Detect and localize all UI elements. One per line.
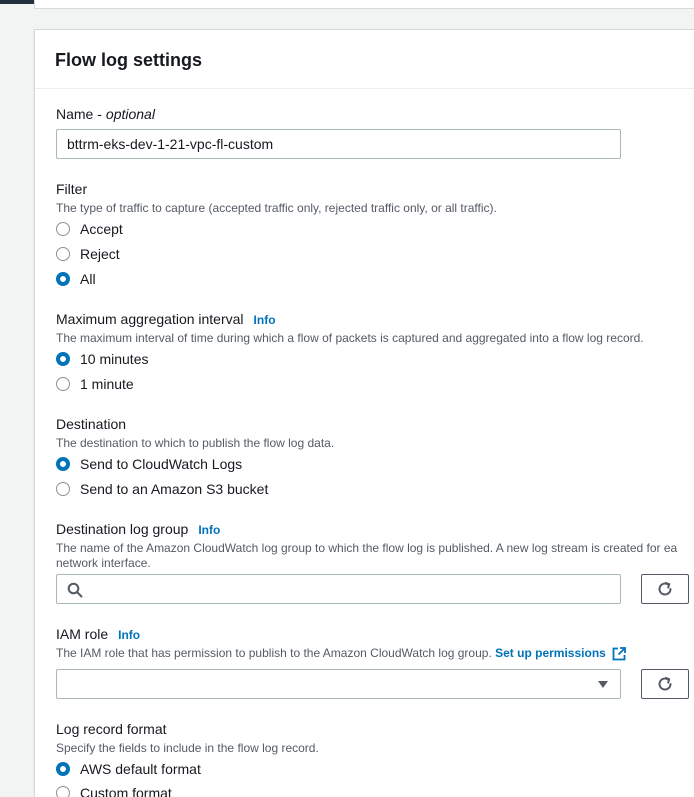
log-group-field: Destination log group Info The name of t… (56, 521, 694, 571)
iam-role-refresh-button[interactable] (641, 669, 689, 699)
log-format-option-custom[interactable]: Custom format (56, 784, 172, 797)
filter-description: The type of traffic to capture (accepted… (56, 201, 497, 215)
aggregation-description: The maximum interval of time during whic… (56, 331, 644, 345)
log-group-info-link[interactable]: Info (198, 523, 220, 537)
radio-label: Send to CloudWatch Logs (80, 456, 243, 472)
radio-s3[interactable] (56, 482, 70, 496)
iam-role-label: IAM role (56, 626, 109, 642)
radio-reject[interactable] (56, 247, 70, 261)
radio-10-minutes[interactable] (56, 352, 70, 366)
log-format-field: Log record format Specify the fields to … (56, 721, 319, 756)
radio-label: AWS default format (80, 761, 201, 777)
refresh-icon (658, 582, 672, 596)
previous-panel-edge (34, 0, 694, 9)
radio-label: Send to an Amazon S3 bucket (80, 481, 269, 497)
radio-label: 1 minute (80, 376, 134, 392)
log-group-description-line2: network interface. (56, 556, 151, 570)
filter-option-accept[interactable]: Accept (56, 220, 123, 238)
iam-role-field: IAM role Info The IAM role that has perm… (56, 626, 694, 661)
filter-field: Filter The type of traffic to capture (a… (56, 181, 497, 216)
destination-field: Destination The destination to which to … (56, 416, 334, 451)
radio-accept[interactable] (56, 222, 70, 236)
radio-all[interactable] (56, 272, 70, 286)
radio-label: Accept (80, 221, 123, 237)
aggregation-option-1min[interactable]: 1 minute (56, 375, 134, 393)
log-group-search-input[interactable] (56, 574, 621, 604)
iam-role-select[interactable] (56, 669, 621, 699)
name-input[interactable]: bttrm-eks-dev-1-21-vpc-fl-custom (56, 129, 621, 159)
destination-description: The destination to which to publish the … (56, 436, 335, 450)
aggregation-info-link[interactable]: Info (254, 313, 276, 327)
destination-option-cloudwatch[interactable]: Send to CloudWatch Logs (56, 455, 242, 473)
external-link-icon[interactable] (612, 646, 626, 661)
filter-option-reject[interactable]: Reject (56, 245, 120, 263)
destination-label: Destination (56, 416, 127, 432)
flow-log-settings-panel: Flow log settings Name - optional bttrm-… (34, 29, 694, 797)
radio-label: Custom format (80, 785, 172, 797)
radio-label: 10 minutes (80, 351, 149, 367)
iam-role-info-link[interactable]: Info (118, 628, 140, 642)
name-label: Name - (56, 106, 102, 122)
iam-role-description: The IAM role that has permission to publ… (56, 646, 694, 661)
log-format-label: Log record format (56, 721, 167, 737)
radio-1-minute[interactable] (56, 377, 70, 391)
radio-aws-default[interactable] (56, 762, 70, 776)
iam-role-description-text: The IAM role that has permission to publ… (56, 646, 496, 660)
setup-permissions-link[interactable]: Set up permissions (495, 646, 606, 661)
aggregation-option-10min[interactable]: 10 minutes (56, 350, 148, 368)
radio-custom[interactable] (56, 786, 70, 797)
aggregation-field: Maximum aggregation interval Info The ma… (56, 311, 644, 346)
refresh-icon (658, 677, 672, 691)
log-format-option-default[interactable]: AWS default format (56, 760, 201, 778)
filter-option-all[interactable]: All (56, 270, 96, 288)
log-group-refresh-button[interactable] (641, 574, 689, 604)
filter-label: Filter (56, 181, 88, 197)
panel-title: Flow log settings (55, 50, 202, 70)
destination-option-s3[interactable]: Send to an Amazon S3 bucket (56, 480, 268, 498)
search-icon (67, 582, 83, 598)
caret-down-icon (598, 681, 608, 688)
aggregation-label: Maximum aggregation interval (56, 311, 244, 327)
radio-label: All (80, 271, 96, 287)
optional-label: optional (105, 106, 155, 122)
log-format-description: Specify the fields to include in the flo… (56, 741, 319, 755)
log-group-label: Destination log group (56, 521, 189, 537)
log-group-description: The name of the Amazon CloudWatch log gr… (56, 541, 678, 555)
radio-cloudwatch[interactable] (56, 457, 70, 471)
radio-label: Reject (80, 246, 120, 262)
panel-header: Flow log settings (35, 30, 694, 89)
name-field: Name - optional (56, 106, 155, 122)
